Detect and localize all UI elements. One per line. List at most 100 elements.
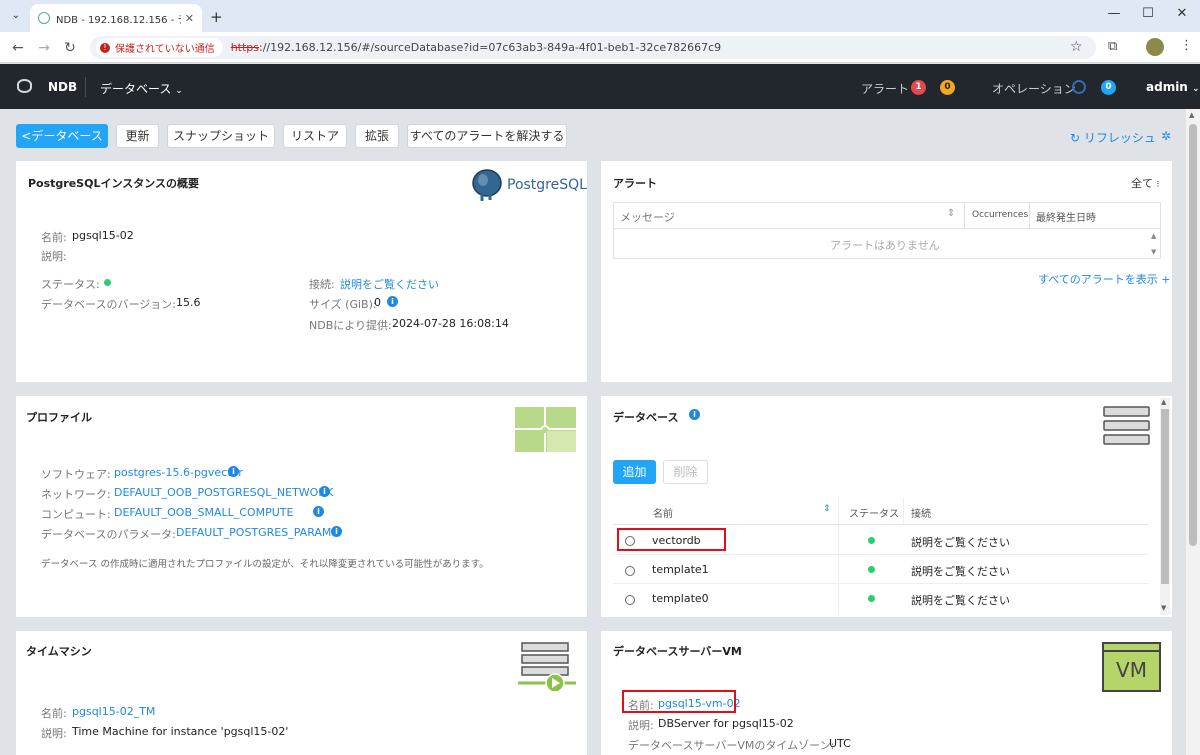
network-link[interactable]: DEFAULT_OOB_POSTGRESQL_NETWORK xyxy=(114,486,333,499)
back-arrow-icon[interactable]: ← xyxy=(8,38,28,58)
vm-timezone-label: データベースサーバーVMのタイムゾーン: xyxy=(628,739,835,752)
row-select-radio[interactable] xyxy=(625,595,635,605)
app-name: NDB xyxy=(48,80,78,94)
vm-desc-value: DBServer for pgsql15-02 xyxy=(658,717,794,730)
status-label: ステータス: xyxy=(41,278,100,291)
software-label: ソフトウェア: xyxy=(41,468,111,481)
timemachine-icon xyxy=(518,642,576,693)
provided-value: 2024-07-28 16:08:14 xyxy=(392,317,509,330)
compute-link[interactable]: DEFAULT_OOB_SMALL_COMPUTE xyxy=(114,506,293,519)
databases-scroll-thumb[interactable] xyxy=(1161,409,1169,584)
info-icon[interactable]: i xyxy=(228,466,239,477)
col-message-header[interactable]: メッセージ xyxy=(620,209,675,225)
close-icon[interactable]: ✕ xyxy=(185,12,194,25)
database-menu-label: データベース xyxy=(100,82,172,96)
info-icon[interactable]: i xyxy=(387,296,398,307)
col-last-header[interactable]: 最終発生日時 xyxy=(1036,209,1096,224)
info-icon[interactable]: i xyxy=(331,526,342,537)
update-button[interactable]: 更新 xyxy=(116,124,159,148)
col-occurrences-header[interactable]: Occurrences xyxy=(972,210,1028,220)
restore-button[interactable]: リストア xyxy=(283,124,347,148)
gear-icon[interactable]: ✲ xyxy=(1161,129,1171,143)
user-menu[interactable]: admin ⌄ xyxy=(1146,80,1200,94)
url-path: ://192.168.12.156/#/sourceDatabase?id=07… xyxy=(259,41,722,54)
size-label: サイズ (GiB): xyxy=(309,298,377,311)
alert-filter-dropdown[interactable]: 全て ⁝ xyxy=(1131,175,1159,191)
security-warning[interactable]: ! 保護されていない通信 xyxy=(96,38,223,57)
user-name: admin xyxy=(1146,80,1188,94)
bookmark-star-icon[interactable]: ☆ xyxy=(1070,39,1083,55)
alerts-yellow-badge[interactable]: 0 xyxy=(940,80,955,95)
extend-button[interactable]: 拡張 xyxy=(355,124,399,148)
scroll-up-icon[interactable]: ▲ xyxy=(1189,111,1194,119)
scroll-up-icon[interactable]: ▲ xyxy=(1161,398,1166,406)
col-connection-header[interactable]: 接続 xyxy=(911,505,931,520)
database-name: template0 xyxy=(652,592,709,605)
software-link[interactable]: postgres-15.6-pgvector xyxy=(114,466,243,479)
snapshot-button[interactable]: スナップショット xyxy=(167,124,275,148)
maximize-icon[interactable]: ☐ xyxy=(1138,6,1158,21)
profile-avatar[interactable] xyxy=(1146,38,1164,56)
url-scheme: https xyxy=(230,41,260,54)
alerts-empty-text: アラートはありません xyxy=(830,239,940,252)
add-database-button[interactable]: 追加 xyxy=(613,460,656,484)
browser-tab[interactable]: NDB - 192.168.12.156 - データベ ✕ xyxy=(30,4,202,32)
view-all-alerts-link[interactable]: すべてのアラートを表示 + xyxy=(1038,271,1171,287)
database-name: template1 xyxy=(652,563,709,576)
delete-database-button[interactable]: 削除 xyxy=(663,460,708,484)
compute-label: コンピュート: xyxy=(41,508,111,521)
operations-badge[interactable]: 0 xyxy=(1101,80,1116,95)
forward-arrow-icon[interactable]: → xyxy=(34,38,54,58)
chevron-down-icon: ⌄ xyxy=(1192,84,1200,94)
database-connection: 説明をご覧ください xyxy=(911,594,1010,607)
highlight-box xyxy=(622,690,736,713)
col-status-header[interactable]: ステータス xyxy=(849,505,899,520)
connection-link[interactable]: 説明をご覧ください xyxy=(340,276,439,292)
scroll-down-icon[interactable]: ▼ xyxy=(1151,248,1156,256)
row-select-radio[interactable] xyxy=(625,566,635,576)
alerts-label[interactable]: アラート xyxy=(861,80,909,97)
tm-name-link[interactable]: pgsql15-02_TM xyxy=(72,705,155,718)
params-label: データベースのパラメータ: xyxy=(41,528,176,541)
highlight-box xyxy=(617,528,726,551)
tab-title: NDB - 192.168.12.156 - データベ xyxy=(56,14,181,26)
header-divider xyxy=(85,77,86,97)
col-name-header[interactable]: 名前 xyxy=(653,505,673,520)
resolve-all-alerts-button[interactable]: すべてのアラートを解決する xyxy=(407,124,567,148)
version-label: データベースのバージョン: xyxy=(41,298,176,311)
tab-list-icon[interactable]: ⌄ xyxy=(8,8,24,24)
alerts-red-badge[interactable]: 1 xyxy=(911,80,926,95)
description-label: 説明: xyxy=(41,250,67,263)
extensions-icon[interactable]: ⧉ xyxy=(1108,39,1117,54)
security-label: 保護されていない通信 xyxy=(115,44,215,55)
new-tab-icon[interactable]: + xyxy=(210,8,223,26)
scroll-up-icon[interactable]: ▲ xyxy=(1151,232,1156,240)
reload-icon[interactable]: ↻ xyxy=(60,38,80,58)
network-label: ネットワーク: xyxy=(41,488,111,501)
postgresql-logo-text: PostgreSQL xyxy=(507,177,587,193)
postgresql-logo: PostgreSQL xyxy=(470,168,587,202)
operations-label[interactable]: オペレーション xyxy=(992,80,1076,97)
database-connection: 説明をご覧ください xyxy=(911,536,1010,549)
info-icon[interactable]: i xyxy=(689,409,700,420)
window-close-icon[interactable]: ✕ xyxy=(1172,6,1192,21)
version-value: 15.6 xyxy=(176,296,201,309)
database-menu[interactable]: データベース ⌄ xyxy=(100,80,183,97)
vm-timezone-value: UTC xyxy=(829,737,851,750)
minimize-icon[interactable]: — xyxy=(1104,6,1124,21)
vm-icon-titlebar xyxy=(1104,644,1159,652)
refresh-link[interactable]: ↻ リフレッシュ xyxy=(1070,129,1156,146)
sort-icon[interactable]: ⇕ xyxy=(947,208,955,219)
params-link[interactable]: DEFAULT_POSTGRES_PARAMS xyxy=(176,526,338,539)
url-field[interactable]: ! 保護されていない通信 https ://192.168.12.156/#/s… xyxy=(90,36,1096,59)
operations-spinner-icon xyxy=(1072,80,1086,94)
view-all-alerts-label: すべてのアラートを表示 xyxy=(1038,273,1158,286)
sort-icon[interactable]: ⇕ xyxy=(823,504,831,514)
browser-menu-icon[interactable]: ⋮ xyxy=(1180,38,1193,53)
back-to-databases-button[interactable]: <データベース xyxy=(16,124,108,148)
refresh-icon: ↻ xyxy=(1070,131,1081,145)
info-icon[interactable]: i xyxy=(319,486,330,497)
info-icon[interactable]: i xyxy=(313,506,324,517)
scroll-down-icon[interactable]: ▼ xyxy=(1161,604,1166,612)
page-scroll-thumb[interactable] xyxy=(1189,124,1197,546)
